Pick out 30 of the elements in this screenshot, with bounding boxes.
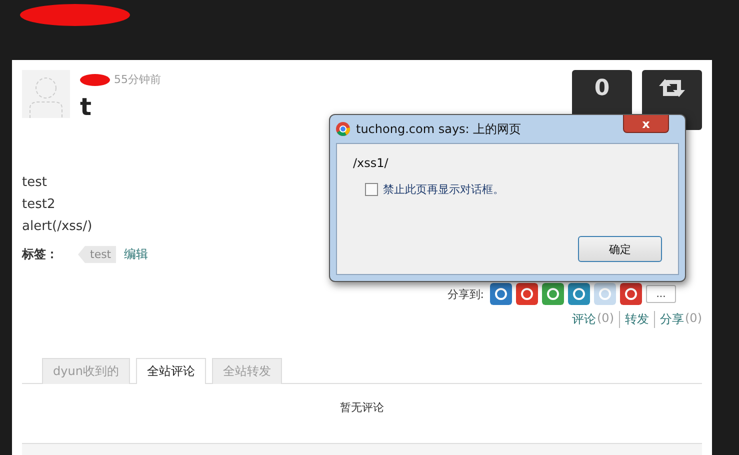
share-service-icon[interactable] <box>568 283 590 305</box>
share-label: 分享到: <box>447 286 484 302</box>
edit-link[interactable]: 编辑 <box>124 246 148 263</box>
stat-count: (0) <box>685 311 702 327</box>
checkbox-label: 禁止此页再显示对话框。 <box>383 182 504 197</box>
share-service-icon[interactable] <box>620 283 642 305</box>
checkbox[interactable] <box>365 183 378 196</box>
close-button[interactable]: x <box>623 115 669 133</box>
ok-button[interactable]: 确定 <box>578 236 662 262</box>
share-service-icon[interactable] <box>516 283 538 305</box>
stat-link[interactable]: 评论 <box>572 311 596 328</box>
tags-label: 标签： <box>22 246 58 263</box>
post-title: t <box>80 93 92 121</box>
more-button[interactable]: ... <box>646 285 676 303</box>
stat-link[interactable]: 分享 <box>660 311 684 328</box>
post-text-line: alert(/xss/) <box>22 218 92 236</box>
share-service-icon[interactable] <box>542 283 564 305</box>
tag[interactable]: test <box>78 246 116 263</box>
post-text-line: test <box>22 174 47 192</box>
empty-message: 暂无评论 <box>340 401 384 414</box>
tab[interactable]: 全站评论 <box>136 358 206 384</box>
post-time: 55分钟前 <box>114 72 161 87</box>
redaction-mark <box>80 74 110 86</box>
browser-icon <box>336 122 350 136</box>
share-service-icon[interactable] <box>490 283 512 305</box>
post-text-line: test2 <box>22 196 56 214</box>
stat-count: (0) <box>597 311 614 327</box>
dialog-message: /xss1/ <box>353 156 390 170</box>
stat-link[interactable]: 转发 <box>625 311 649 328</box>
dialog-title: tuchong.com says: 上的网页 <box>356 120 522 138</box>
